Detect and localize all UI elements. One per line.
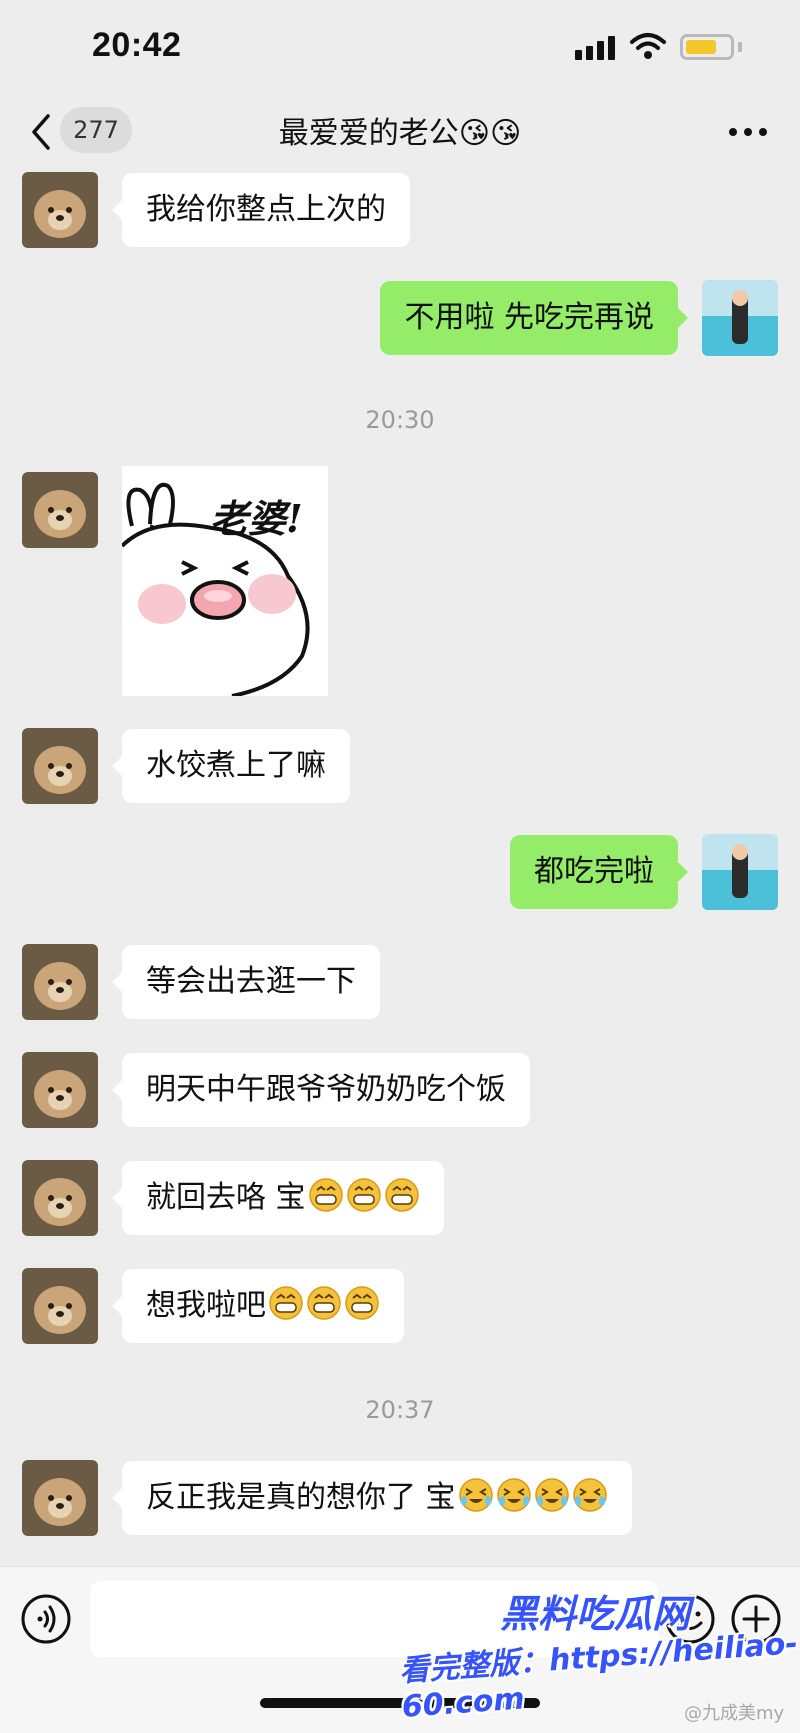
my-avatar[interactable] — [702, 834, 778, 910]
emoji-group — [306, 1178, 420, 1215]
message-bubble-incoming[interactable]: 我给你整点上次的 — [112, 173, 410, 247]
message-bubble-outgoing[interactable]: 都吃完啦 — [510, 835, 688, 909]
message-list: 我给你整点上次的 不用啦 先吃完再说 20:30 老婆! 水饺煮上了嘛 都吃完啦… — [0, 166, 800, 1566]
message-timestamp: 20:37 — [365, 1396, 435, 1424]
message-text: 反正我是真的想你了 宝 — [146, 1480, 456, 1515]
chat-title: 最爱爱的老公😘😘 — [278, 116, 522, 151]
grin-emoji-icon — [345, 1286, 379, 1320]
message-bubble-incoming[interactable]: 水饺煮上了嘛 — [112, 729, 350, 803]
contact-avatar[interactable] — [22, 1160, 98, 1236]
contact-avatar[interactable] — [22, 472, 98, 548]
message-text: 都吃完啦 — [534, 854, 654, 889]
message-bubble-incoming[interactable]: 明天中午跟爷爷奶奶吃个饭 — [112, 1053, 530, 1127]
contact-avatar[interactable] — [22, 728, 98, 804]
cellular-signal-icon — [575, 36, 615, 60]
message-text: 等会出去逛一下 — [146, 964, 356, 999]
message-text: 想我啦吧 — [146, 1288, 266, 1323]
contact-avatar[interactable] — [22, 1460, 98, 1536]
chat-header: 277 最爱爱的老公😘😘 — [0, 96, 800, 166]
grin-emoji-icon — [346, 1178, 381, 1212]
grin-emoji-icon — [307, 1286, 341, 1320]
message-bubble-incoming[interactable]: 反正我是真的想你了 宝 — [112, 1461, 632, 1535]
sticker-message[interactable]: 老婆! — [120, 466, 328, 698]
message-text: 水饺煮上了嘛 — [146, 748, 326, 783]
status-time: 20:42 — [92, 26, 182, 64]
sticker-caption: 老婆! — [210, 496, 303, 541]
message-text: 就回去咯 宝 — [146, 1180, 306, 1215]
emoji-group — [456, 1478, 608, 1515]
watermark-weibo: @九成美my — [684, 1703, 785, 1724]
contact-avatar[interactable] — [22, 944, 98, 1020]
more-dots-icon[interactable] — [728, 127, 768, 137]
message-text: 不用啦 先吃完再说 — [404, 300, 654, 335]
battery-icon — [680, 34, 734, 60]
tears-of-joy-emoji-icon — [534, 1478, 569, 1512]
tears-of-joy-emoji-icon — [572, 1478, 607, 1512]
grin-emoji-icon — [269, 1286, 303, 1320]
tears-of-joy-emoji-icon — [458, 1478, 493, 1512]
grin-emoji-icon — [308, 1178, 343, 1212]
emoji-group — [266, 1286, 380, 1323]
message-bubble-incoming[interactable]: 就回去咯 宝 — [112, 1161, 444, 1235]
message-bubble-outgoing[interactable]: 不用啦 先吃完再说 — [380, 281, 688, 355]
status-bar: 20:42 — [0, 0, 800, 96]
message-text: 我给你整点上次的 — [146, 192, 386, 227]
message-text: 明天中午跟爷爷奶奶吃个饭 — [146, 1072, 506, 1107]
contact-avatar[interactable] — [22, 172, 98, 248]
message-bubble-incoming[interactable]: 等会出去逛一下 — [112, 945, 380, 1019]
wifi-icon — [630, 33, 666, 59]
contact-avatar[interactable] — [22, 1052, 98, 1128]
battery-level — [686, 40, 716, 54]
my-avatar[interactable] — [702, 280, 778, 356]
message-bubble-incoming[interactable]: 想我啦吧 — [112, 1269, 404, 1343]
battery-cap — [738, 42, 742, 52]
voice-icon[interactable] — [20, 1593, 72, 1645]
message-timestamp: 20:30 — [365, 406, 435, 434]
tears-of-joy-emoji-icon — [496, 1478, 531, 1512]
grin-emoji-icon — [384, 1178, 419, 1212]
contact-avatar[interactable] — [22, 1268, 98, 1344]
